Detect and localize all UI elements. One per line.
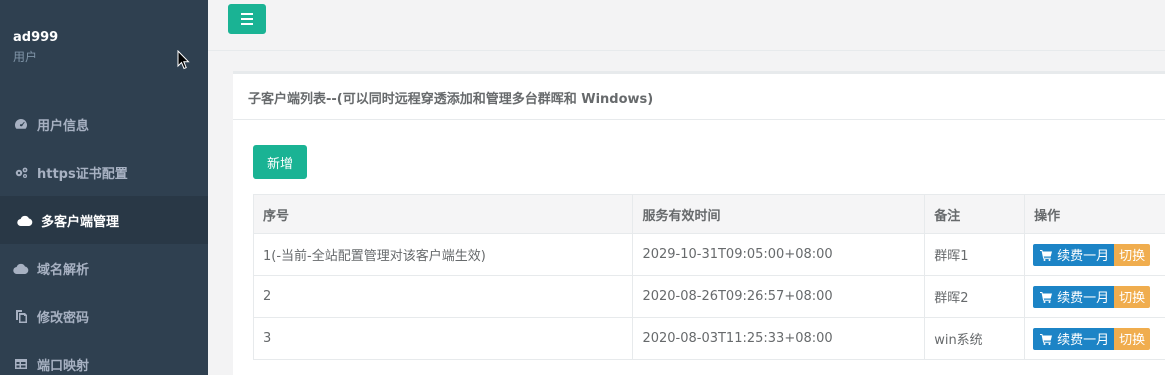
- row-note: 群晖2: [924, 275, 1026, 318]
- dashboard-icon: [13, 116, 29, 132]
- add-client-button[interactable]: 新增: [253, 145, 307, 179]
- hamburger-icon: [241, 12, 253, 27]
- table-header-row: 序号 服务有效时间 备注 操作: [252, 194, 1165, 234]
- username[interactable]: ad999: [13, 30, 208, 46]
- column-header-actions: 操作: [1024, 194, 1165, 234]
- row-index: 2: [252, 275, 634, 318]
- sidebar-item-https-cert[interactable]: https证书配置: [0, 148, 208, 196]
- sidebar-item-dns[interactable]: 域名解析: [0, 244, 208, 292]
- sidebar-item-label: https证书配置: [37, 166, 128, 182]
- row-expires: 2029-10-31T09:05:00+08:00: [632, 233, 926, 276]
- sidebar-item-user-info[interactable]: 用户信息: [0, 100, 208, 148]
- cart-icon: [1040, 249, 1053, 261]
- sidebar-item-port-mapping[interactable]: 端口映射: [0, 340, 208, 375]
- cloud-icon: [13, 260, 29, 276]
- copy-icon: [13, 308, 29, 324]
- sidebar-item-label: 修改密码: [37, 310, 90, 326]
- row-note: win系统: [924, 317, 1026, 360]
- top-navbar: [208, 0, 1165, 51]
- table-row: 3 2020-08-03T11:25:33+08:00 win系统 续费一月 切…: [252, 317, 1165, 360]
- renew-button[interactable]: 续费一月: [1033, 285, 1117, 308]
- table-row: 2 2020-08-26T09:26:57+08:00 群晖2 续费一月 切换: [252, 275, 1165, 318]
- column-header-expires: 服务有效时间: [632, 194, 926, 234]
- column-header-index: 序号: [252, 194, 634, 234]
- column-header-note: 备注: [924, 194, 1026, 234]
- sidebar-item-label: 域名解析: [37, 262, 90, 278]
- mouse-cursor-icon: [177, 50, 190, 70]
- cart-icon: [1040, 333, 1053, 345]
- sidebar-item-change-password[interactable]: 修改密码: [0, 292, 208, 340]
- renew-label: 续费一月: [1057, 291, 1110, 306]
- row-index: 1(-当前-全站配置管理对该客户端生效): [252, 233, 634, 276]
- sidebar-item-label: 用户信息: [37, 118, 90, 134]
- sidebar-item-multi-client[interactable]: 多客户端管理: [0, 196, 208, 244]
- row-actions: 续费一月 切换: [1024, 275, 1165, 318]
- row-actions: 续费一月 切换: [1024, 233, 1165, 276]
- switch-button[interactable]: 切换: [1114, 243, 1151, 266]
- renew-button[interactable]: 续费一月: [1033, 243, 1117, 266]
- row-expires: 2020-08-26T09:26:57+08:00: [632, 275, 926, 318]
- renew-label: 续费一月: [1057, 333, 1110, 348]
- sidebar-item-label: 多客户端管理: [41, 214, 120, 230]
- row-actions: 续费一月 切换: [1024, 317, 1165, 360]
- switch-button[interactable]: 切换: [1114, 285, 1151, 308]
- renew-label: 续费一月: [1057, 249, 1110, 264]
- cart-icon: [1040, 291, 1053, 303]
- row-index: 3: [252, 317, 634, 360]
- switch-button[interactable]: 切换: [1114, 327, 1151, 350]
- menu-toggle-button[interactable]: [228, 4, 266, 34]
- renew-button[interactable]: 续费一月: [1033, 327, 1117, 350]
- client-list-panel: 子客户端列表--(可以同时远程穿透添加和管理多台群晖和 Windows) 新增 …: [233, 71, 1165, 375]
- table-row: 1(-当前-全站配置管理对该客户端生效) 2029-10-31T09:05:00…: [252, 233, 1165, 276]
- sidebar-item-label: 端口映射: [37, 358, 90, 374]
- row-note: 群晖1: [924, 233, 1026, 276]
- gears-icon: [13, 164, 29, 180]
- panel-title: 子客户端列表--(可以同时远程穿透添加和管理多台群晖和 Windows): [233, 74, 1165, 120]
- cloud-icon: [17, 212, 33, 228]
- table-icon: [13, 356, 29, 372]
- sidebar-nav: 用户信息 https证书配置 多客户端管理 域名解析 修改密码 端口映射: [0, 100, 208, 375]
- row-expires: 2020-08-03T11:25:33+08:00: [632, 317, 926, 360]
- client-table: 序号 服务有效时间 备注 操作 1(-当前-全站配置管理对该客户端生效) 202…: [252, 194, 1165, 360]
